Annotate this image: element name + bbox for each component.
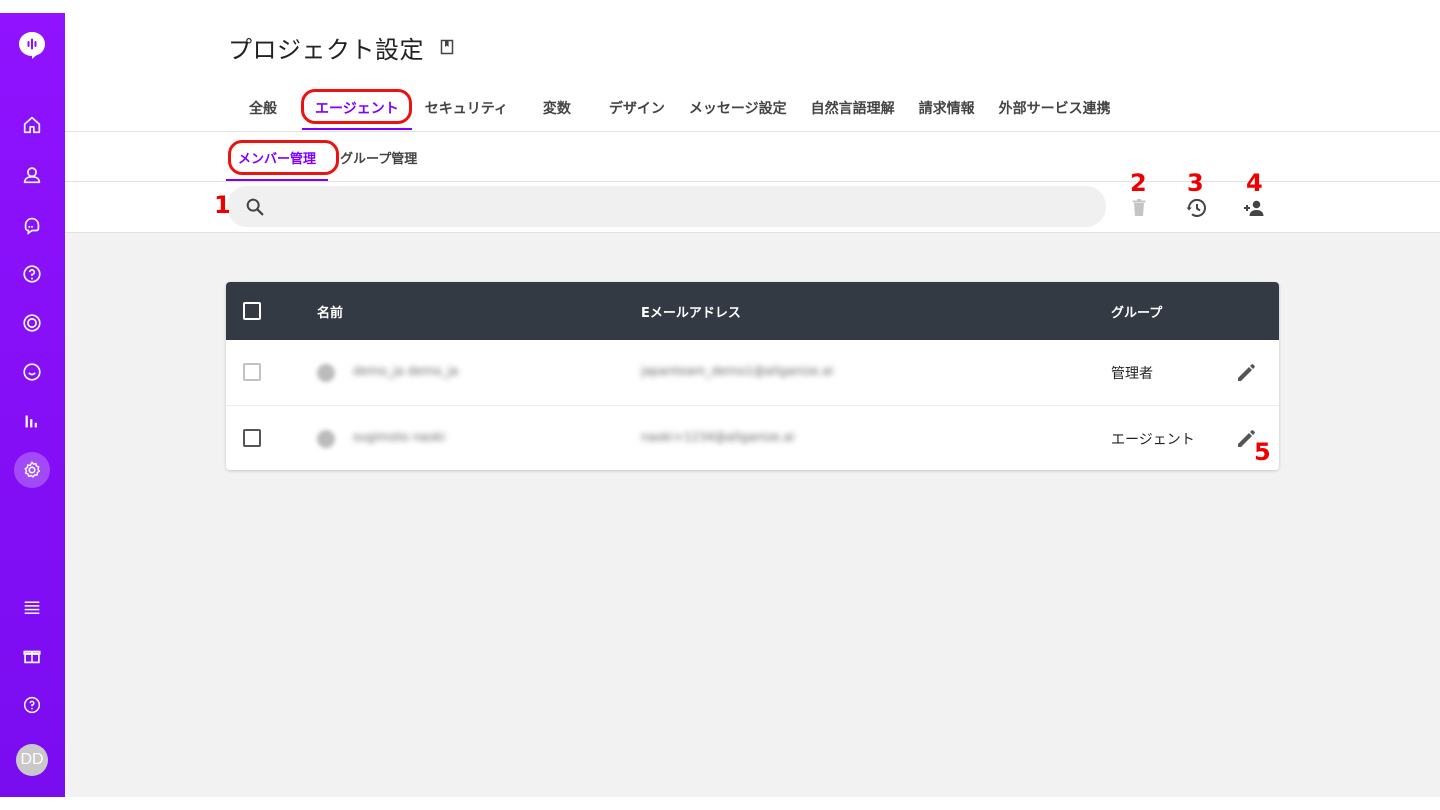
chat-agent-icon[interactable] — [16, 209, 48, 241]
table-row[interactable]: demo_ja demo_ja japanteam_demo1@allganiz… — [226, 340, 1279, 405]
member-avatar — [317, 364, 335, 382]
annotation-number-3: 3 — [1187, 169, 1204, 197]
sidebar: DD — [0, 13, 65, 797]
delete-button[interactable] — [1125, 194, 1153, 222]
target-icon[interactable] — [16, 307, 48, 339]
annotation-number-2: 2 — [1130, 169, 1147, 197]
column-header-group[interactable]: グループ — [1111, 282, 1162, 340]
tab-nlu[interactable]: 自然言語理解 — [799, 86, 907, 130]
add-user-button[interactable] — [1240, 194, 1268, 222]
member-group: 管理者 — [1111, 365, 1153, 382]
analytics-icon[interactable] — [16, 405, 48, 437]
page-title: プロジェクト設定 — [228, 35, 424, 64]
annotation-number-4: 4 — [1246, 169, 1263, 197]
member-group: エージェント — [1111, 431, 1195, 448]
app-window: DD プロジェクト設定 全般 エージェント セキュリティ 変数 デザイン メッセ… — [0, 0, 1440, 810]
edit-button[interactable] — [1234, 361, 1258, 385]
row-checkbox — [243, 363, 261, 381]
pencil-icon — [1238, 364, 1255, 381]
tab-message-settings[interactable]: メッセージ設定 — [677, 86, 799, 130]
window-bottom-edge — [0, 797, 1440, 810]
help-icon[interactable] — [16, 689, 48, 721]
home-icon[interactable] — [16, 109, 48, 141]
annotation-number-5: 5 — [1254, 438, 1271, 466]
row-checkbox[interactable] — [243, 429, 261, 447]
annotation-highlight-member-subtab — [228, 140, 339, 175]
user-avatar[interactable]: DD — [16, 744, 48, 776]
search-input[interactable] — [276, 191, 1086, 221]
tab-design[interactable]: デザイン — [597, 86, 677, 130]
select-all-checkbox[interactable] — [243, 302, 261, 320]
person-add-icon — [1244, 200, 1264, 216]
table-row[interactable]: sugimoto naoki naoki+1234@allganize.ai エ… — [226, 405, 1279, 470]
user-icon[interactable] — [16, 159, 48, 191]
table-header: 名前 Eメールアドレス グループ — [226, 282, 1279, 340]
members-table: 名前 Eメールアドレス グループ demo_ja demo_ja japante… — [226, 282, 1279, 470]
divider — [65, 131, 1440, 132]
member-name: demo_ja demo_ja — [353, 364, 459, 378]
subtab-group-management[interactable]: グループ管理 — [328, 134, 429, 180]
faq-icon[interactable] — [16, 258, 48, 290]
member-name: sugimoto naoki — [353, 430, 446, 444]
app-logo-icon[interactable] — [17, 30, 47, 60]
page-header: プロジェクト設定 — [228, 30, 454, 64]
gift-icon[interactable] — [16, 640, 48, 672]
member-avatar — [317, 430, 335, 448]
column-header-name[interactable]: 名前 — [317, 282, 343, 340]
annotation-highlight-agent-tab — [301, 89, 412, 124]
history-button[interactable] — [1182, 194, 1210, 222]
member-email: japanteam_demo1@allganize.ai — [641, 364, 834, 378]
book-icon[interactable] — [440, 39, 454, 55]
settings-icon[interactable] — [16, 454, 48, 486]
history-icon — [1186, 199, 1206, 217]
tab-variables[interactable]: 変数 — [531, 86, 583, 130]
conversation-icon[interactable] — [16, 356, 48, 388]
trash-icon — [1132, 199, 1146, 216]
tab-billing[interactable]: 請求情報 — [907, 86, 987, 130]
member-email: naoki+1234@allganize.ai — [641, 430, 795, 444]
tab-security[interactable]: セキュリティ — [412, 86, 521, 130]
column-header-email[interactable]: Eメールアドレス — [641, 282, 741, 340]
search-icon — [244, 196, 266, 218]
tab-general[interactable]: 全般 — [236, 86, 290, 130]
annotation-number-1: 1 — [214, 191, 231, 219]
menu-icon[interactable] — [16, 591, 48, 623]
tab-integrations[interactable]: 外部サービス連携 — [987, 86, 1123, 130]
